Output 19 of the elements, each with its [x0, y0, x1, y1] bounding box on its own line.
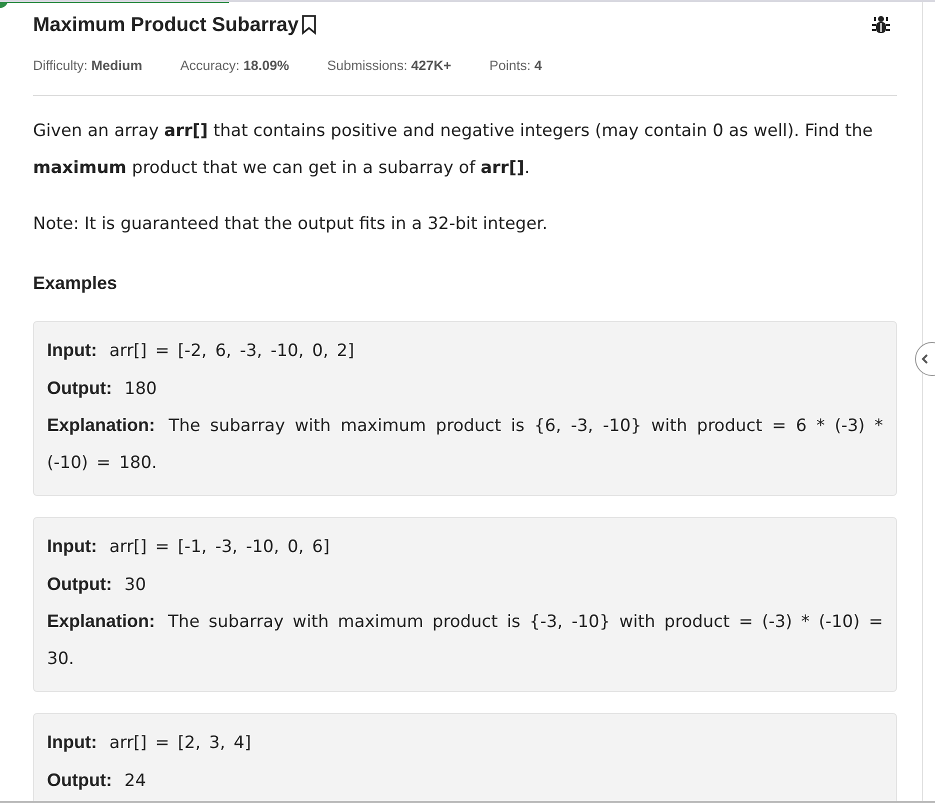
meta-stat: Difficulty: Medium: [33, 58, 142, 73]
example-text: Input: arr[] = [2, 3, 4]: [47, 731, 252, 755]
bookmark-icon[interactable]: [300, 15, 317, 35]
bug-icon[interactable]: [871, 15, 891, 35]
description-text: Given an array arr[] that contains positive and negative integers (may contain 0 as well). Find the maximum product that we can get in a subarray of arr[].: [33, 120, 874, 180]
description-text: Note: It is guaranteed that the output fits in a 32-bit integer.: [33, 213, 548, 236]
example-text: Output: 180: [47, 376, 158, 400]
problem-title: Maximum Product Subarray: [33, 14, 299, 36]
example-text: Output: 24: [47, 768, 148, 792]
example-text: Explanation: The subarray with maximum product is {6, -3, -10} with product = 6 * (-3) * (-10) = 180.: [47, 414, 883, 474]
meta-stat: Points: 4: [489, 58, 542, 73]
example-text: Output: 30: [47, 572, 148, 596]
meta-stat: Accuracy: 18.09%: [180, 58, 290, 73]
example-text: Input: arr[] = [-1, -3, -10, 0, 6]: [47, 535, 331, 559]
example-text: Input: arr[] = [-2, 6, -3, -10, 0, 2]: [47, 339, 356, 363]
meta-stat: Submissions: 427K+: [327, 58, 452, 73]
section-heading: Examples: [33, 273, 118, 294]
caret-icon: [921, 354, 929, 364]
example-text: Explanation: The subarray with maximum product is {-3, -10} with product = (-3) * (-10) = 30.: [47, 610, 883, 670]
